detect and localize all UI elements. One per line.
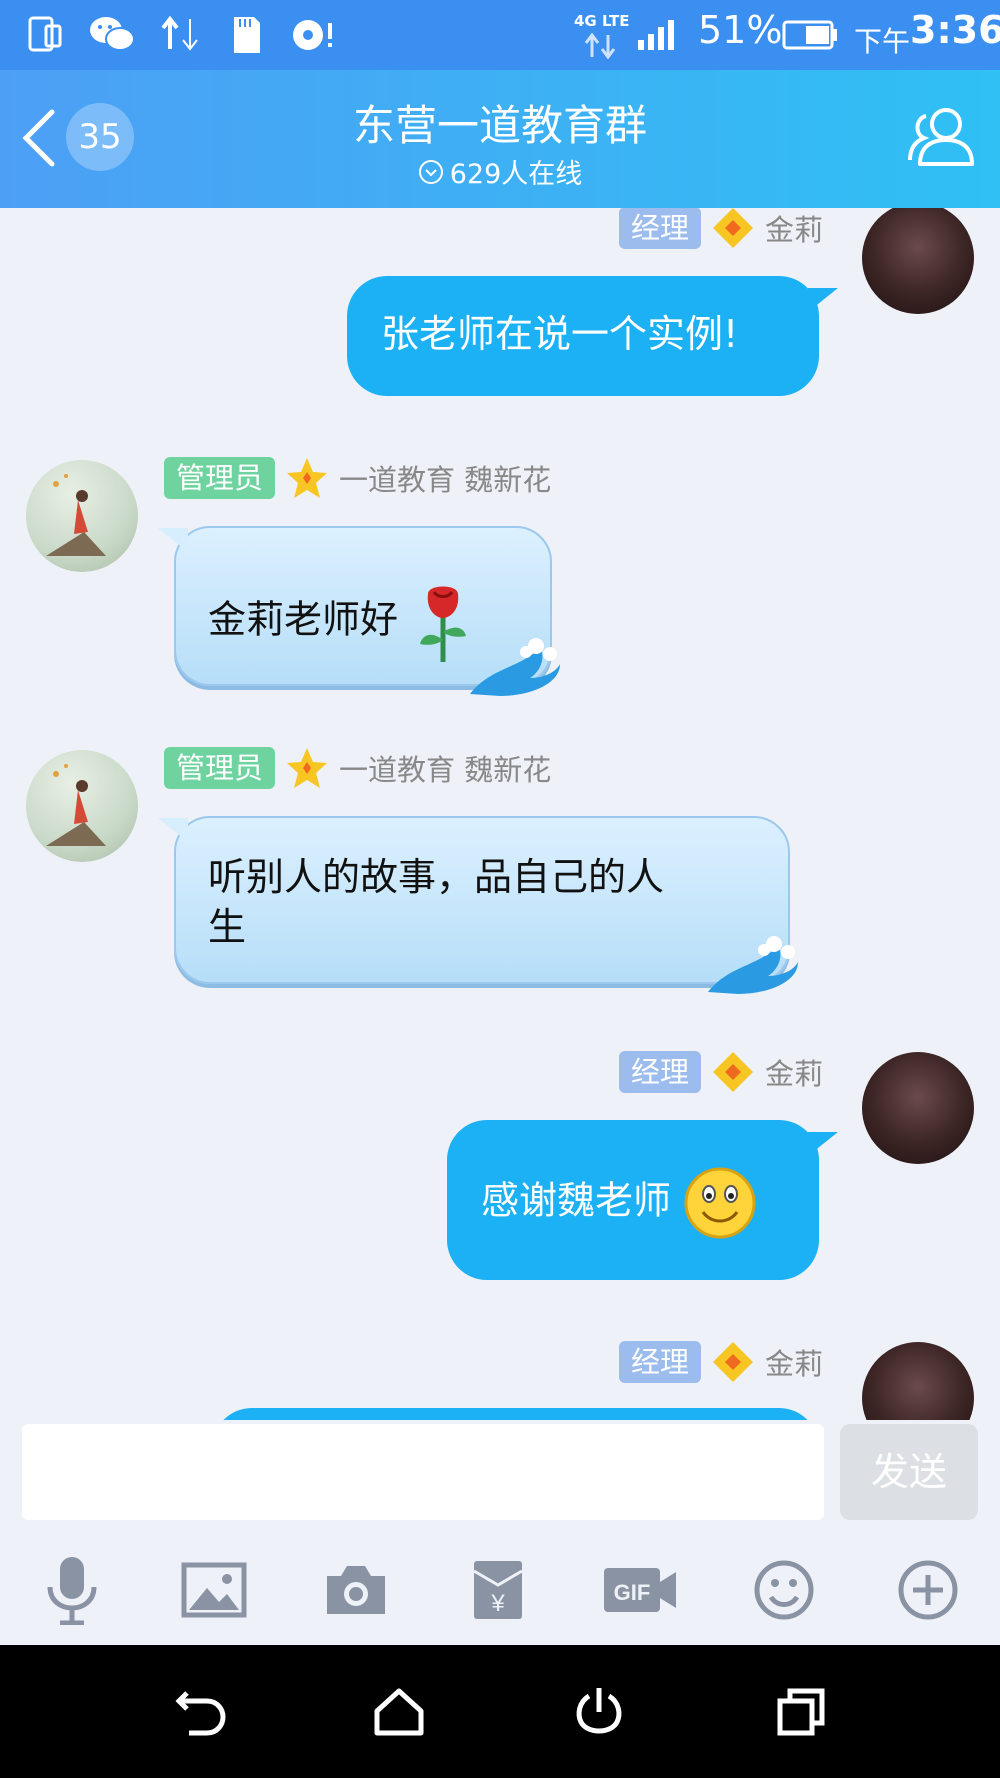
emoji-icon	[754, 1560, 814, 1620]
svg-text:¥: ¥	[490, 1590, 505, 1617]
message-meta: 管理员 一道教育 魏新花	[164, 746, 551, 790]
chat-header: 35 东营一道教育群 629人在线	[0, 70, 1000, 208]
wave-decoration	[708, 936, 798, 994]
camera-button[interactable]	[318, 1554, 394, 1626]
smile-emoji	[684, 1167, 756, 1239]
message-input[interactable]	[22, 1424, 824, 1520]
avatar[interactable]	[26, 750, 138, 862]
signal-icon	[636, 12, 682, 56]
sender-name: 金莉	[765, 1057, 824, 1091]
svg-text:GIF: GIF	[614, 1580, 651, 1605]
group-members-icon	[908, 108, 974, 166]
group-members-button[interactable]	[906, 104, 978, 170]
system-navigation-bar	[0, 1645, 1000, 1778]
chevron-down-circle-icon	[418, 159, 443, 184]
home-icon	[374, 1688, 424, 1736]
sd-card-icon	[230, 12, 264, 56]
bubble-tail	[808, 1132, 838, 1156]
red-packet-icon: ¥	[473, 1561, 523, 1619]
sender-name: 金莉	[765, 1347, 824, 1381]
role-tag: 经理	[619, 1341, 702, 1383]
nav-back-button[interactable]	[166, 1677, 236, 1747]
back-arrow-icon	[175, 1691, 226, 1736]
input-area: 发送 ¥ GIF	[0, 1420, 1000, 1645]
gif-button[interactable]: GIF	[602, 1554, 678, 1626]
status-bar: 4G LTE 51% 下午 3:36	[0, 0, 1000, 70]
sender-name: 金莉	[765, 213, 824, 247]
avatar-image	[46, 764, 106, 846]
star-badge-icon	[287, 748, 328, 788]
sender-name: 一道教育 魏新花	[339, 463, 552, 497]
battery-icon	[782, 12, 840, 56]
image-icon	[181, 1562, 247, 1618]
avatar[interactable]	[862, 208, 974, 314]
message-bubble[interactable]: 听别人的故事，品自己的人 生	[174, 816, 790, 984]
clock: 3:36	[910, 8, 1000, 52]
message-meta: 经理 金莉	[619, 1050, 823, 1094]
role-tag: 经理	[619, 1051, 702, 1093]
recents-icon	[777, 1688, 825, 1736]
plus-icon	[898, 1560, 958, 1620]
sender-name: 一道教育 魏新花	[339, 753, 552, 787]
star-badge-icon	[287, 458, 328, 498]
diamond-badge-icon	[713, 1052, 754, 1092]
bubble-tail	[158, 818, 188, 842]
avatar-image	[46, 474, 106, 556]
nav-power-button[interactable]	[564, 1677, 634, 1747]
message-text: 感谢魏老师	[481, 1178, 672, 1223]
message-bubble[interactable]	[212, 1408, 819, 1420]
wave-decoration	[470, 638, 560, 696]
bubble-tail	[808, 288, 838, 312]
power-icon	[576, 1688, 622, 1734]
diamond-badge-icon	[713, 208, 754, 248]
online-status[interactable]: 629人在线	[0, 152, 1000, 191]
role-tag: 管理员	[164, 747, 276, 789]
message-bubble[interactable]: 感谢魏老师	[447, 1120, 819, 1280]
online-count: 629人在线	[449, 159, 583, 190]
network-arrows-icon	[580, 32, 620, 60]
gif-icon: GIF	[604, 1568, 676, 1612]
image-button[interactable]	[176, 1554, 252, 1626]
battery-percent: 51%	[698, 8, 783, 52]
avatar[interactable]	[26, 460, 138, 572]
nav-home-button[interactable]	[364, 1677, 434, 1747]
message-text: 金莉老师好	[208, 597, 399, 642]
rose-emoji	[420, 586, 467, 662]
send-button[interactable]: 发送	[840, 1424, 978, 1520]
message-bubble[interactable]: 张老师在说一个实例!	[347, 276, 819, 396]
message-text-line: 生	[208, 905, 247, 949]
sync-alert-icon	[290, 12, 338, 56]
voice-button[interactable]	[34, 1554, 110, 1626]
diamond-badge-icon	[713, 1342, 754, 1382]
group-title: 东营一道教育群	[352, 101, 647, 150]
camera-icon	[327, 1566, 385, 1614]
network-type: 4G LTE	[574, 12, 630, 30]
avatar[interactable]	[862, 1342, 974, 1420]
emoji-button[interactable]	[746, 1554, 822, 1626]
bubble-tail	[158, 528, 188, 552]
nav-recents-button[interactable]	[766, 1677, 836, 1747]
time-prefix: 下午	[854, 25, 911, 58]
message-meta: 管理员 一道教育 魏新花	[164, 456, 551, 500]
message-list[interactable]: 经理 金莉 张老师在说一个实例! 管理员 一道教育 魏新花 金莉老师好 管理员 …	[0, 208, 1000, 1420]
message-meta: 经理 金莉	[619, 1340, 823, 1384]
avatar[interactable]	[862, 1052, 974, 1164]
message-text-line: 听别人的故事，品自己的人	[208, 855, 665, 899]
phone-icon	[26, 12, 66, 56]
more-button[interactable]	[890, 1554, 966, 1626]
message-text: 张老师在说一个实例!	[381, 312, 739, 356]
role-tag: 经理	[619, 208, 702, 249]
message-meta: 经理 金莉	[619, 208, 823, 250]
microphone-icon	[47, 1557, 97, 1625]
red-packet-button[interactable]: ¥	[460, 1554, 536, 1626]
wechat-icon	[88, 12, 136, 56]
data-transfer-icon	[160, 12, 202, 56]
role-tag: 管理员	[164, 457, 276, 499]
